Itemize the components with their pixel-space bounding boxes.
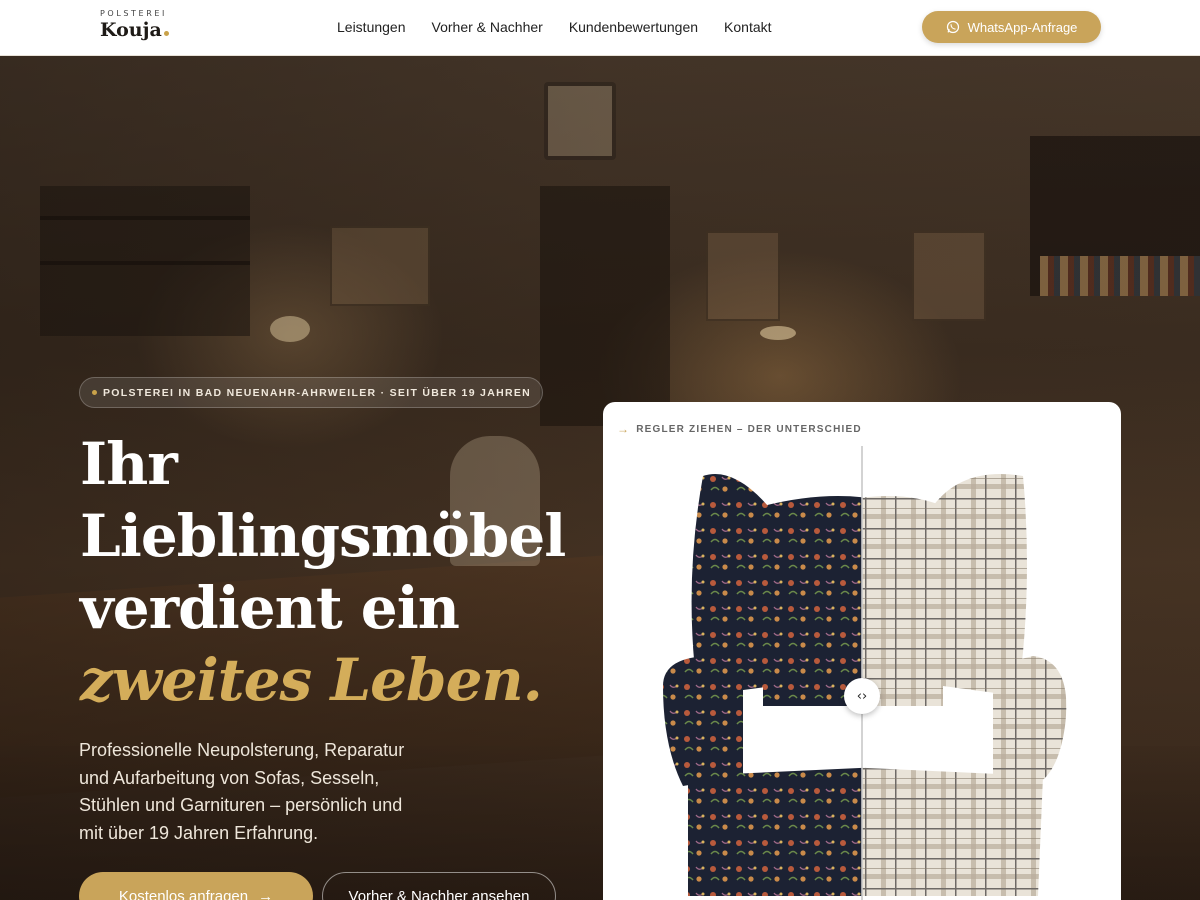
free-inquiry-label: Kostenlos anfragen: [118, 887, 249, 900]
hero-headline: Ihr Lieblingsmöbel verdient ein zweites …: [80, 428, 600, 716]
nav-item-leistungen[interactable]: Leistungen: [337, 19, 406, 35]
slider-hint-text: REGLER ZIEHEN – DER UNTERSCHIED: [636, 423, 862, 435]
before-after-label: Vorher & Nachher ansehen: [348, 887, 530, 900]
nav-item-vorher-nachher[interactable]: Vorher & Nachher: [432, 19, 543, 35]
whatsapp-button-label: WhatsApp-Anfrage: [967, 19, 1078, 35]
arrow-right-icon: →: [258, 887, 274, 900]
whatsapp-icon: [946, 20, 959, 34]
before-after-slider[interactable]: → REGLER ZIEHEN – DER UNTERSCHIED ‹›: [603, 402, 1121, 900]
logo[interactable]: POLSTEREI Kouja: [100, 9, 169, 41]
before-after-button[interactable]: Vorher & Nachher ansehen: [322, 872, 556, 900]
logo-dot-icon: [163, 31, 169, 36]
location-badge: POLSTEREI IN BAD NEUENAHR-AHRWEILER · SE…: [79, 377, 544, 408]
badge-text: POLSTEREI IN BAD NEUENAHR-AHRWEILER · SE…: [103, 386, 532, 399]
arrow-right-icon: →: [617, 422, 631, 436]
nav-item-kundenbewertungen[interactable]: Kundenbewertungen: [569, 19, 698, 35]
hero-subtext: Professionelle Neupolsterung, Reparatur …: [79, 740, 405, 843]
headline-line: verdient ein: [80, 574, 460, 642]
slider-divider[interactable]: [861, 446, 863, 900]
logo-wordmark: Kouja: [100, 19, 169, 41]
badge-dot-icon: [92, 390, 97, 395]
site-header: POLSTEREI Kouja Leistungen Vorher & Nach…: [0, 0, 1200, 56]
whatsapp-request-button[interactable]: WhatsApp-Anfrage: [922, 11, 1101, 43]
headline-accent: zweites Leben.: [80, 646, 543, 714]
chevrons-left-right-icon: ‹›: [856, 688, 868, 704]
nav-item-kontakt[interactable]: Kontakt: [724, 19, 771, 35]
slider-handle[interactable]: ‹›: [844, 678, 880, 714]
headline-line: Ihr: [80, 430, 178, 498]
headline-line: Lieblingsmöbel: [80, 502, 566, 570]
slider-hint: → REGLER ZIEHEN – DER UNTERSCHIED: [617, 422, 862, 436]
logo-subtitle: POLSTEREI: [100, 9, 167, 18]
main-nav: Leistungen Vorher & Nachher Kundenbewert…: [337, 19, 772, 35]
free-inquiry-button[interactable]: Kostenlos anfragen →: [79, 872, 313, 900]
